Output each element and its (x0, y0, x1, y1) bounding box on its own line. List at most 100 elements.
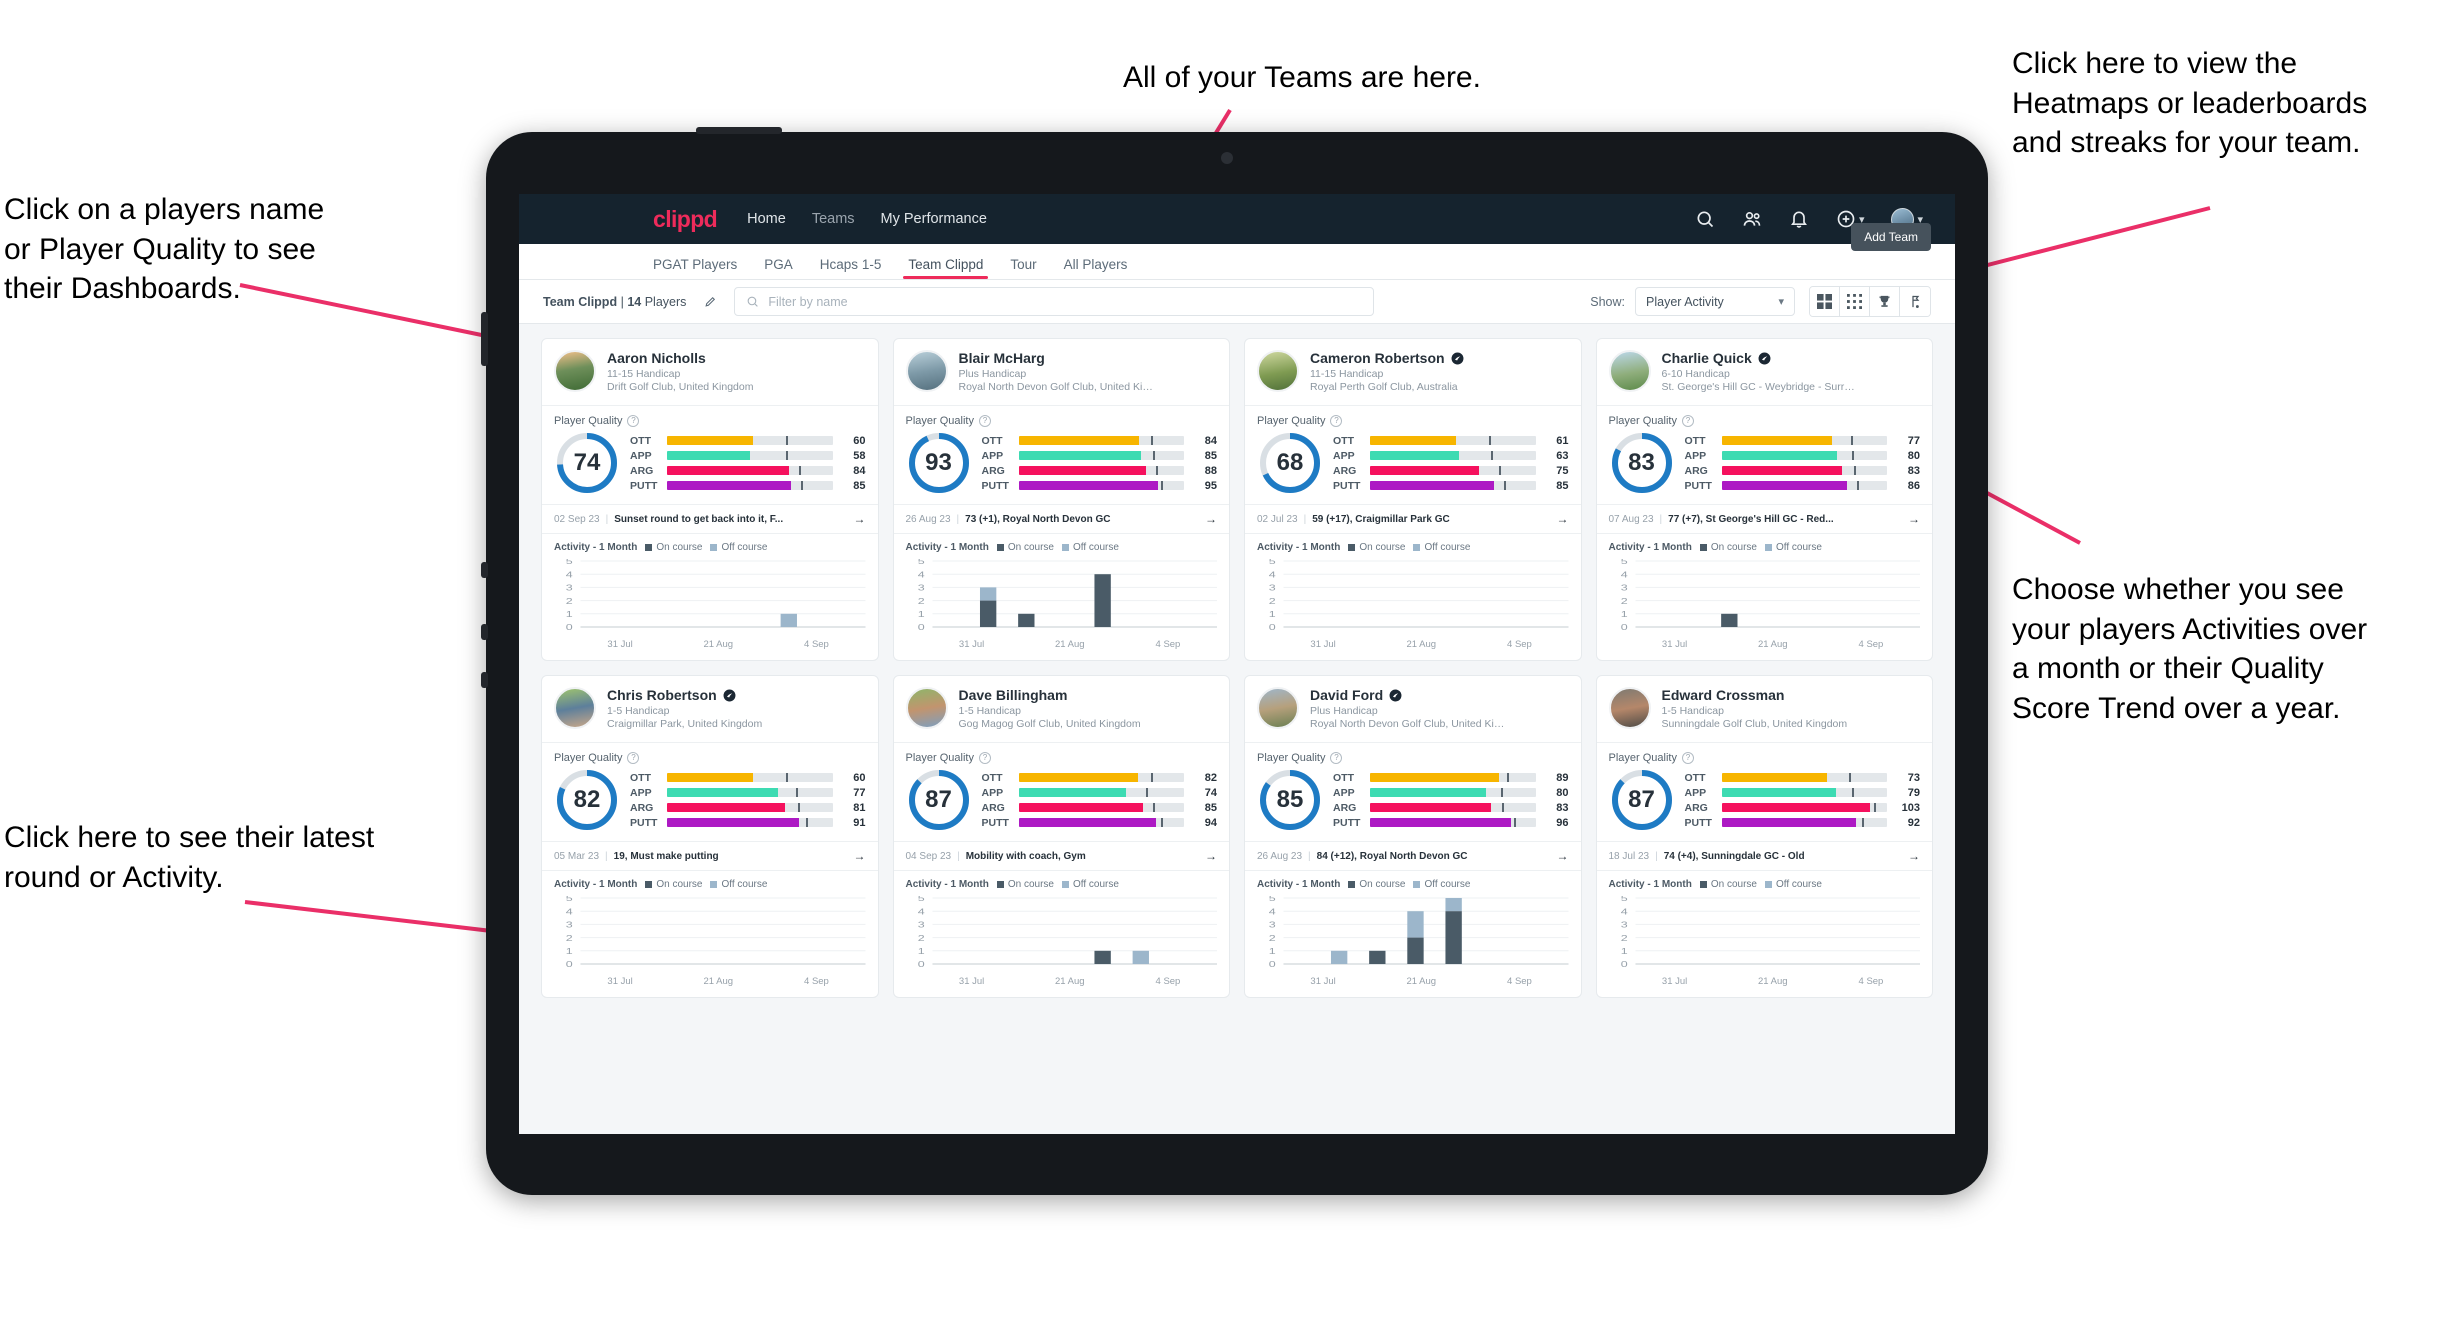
player-name[interactable]: Charlie Quick (1662, 350, 1752, 366)
latest-round-row[interactable]: 04 Sep 23 | Mobility with coach, Gym → (893, 841, 1229, 871)
metric-track (667, 788, 833, 797)
latest-round-row[interactable]: 05 Mar 23 | 19, Must make putting → (542, 841, 878, 871)
help-icon[interactable]: ? (627, 752, 640, 764)
tab-pga[interactable]: PGA (764, 257, 793, 279)
show-dropdown[interactable]: Player Activity ▾ (1635, 287, 1795, 316)
legend-on-course: On course (1348, 542, 1405, 553)
clippd-logo[interactable]: clippd (653, 206, 718, 233)
player-avatar[interactable] (554, 350, 596, 392)
player-avatar[interactable] (1608, 350, 1651, 392)
player-avatar[interactable] (1608, 687, 1651, 729)
player-card[interactable]: Cameron Robertson 11-15 Handicap Royal P… (1244, 338, 1582, 661)
player-header[interactable]: Cameron Robertson 11-15 Handicap Royal P… (1245, 339, 1581, 406)
metric-benchmark-tick (799, 466, 802, 475)
quality-score: 87 (925, 786, 952, 813)
metric-value: 82 (1204, 771, 1217, 784)
quality-ring[interactable]: 68 (1257, 430, 1323, 496)
player-header[interactable]: David Ford Plus Handicap Royal North Dev… (1245, 676, 1581, 743)
player-card[interactable]: Blair McHarg Plus Handicap Royal North D… (892, 338, 1230, 661)
latest-round-row[interactable]: 02 Jul 23 | 59 (+17), Craigmillar Park G… (1245, 504, 1581, 534)
quality-ring[interactable]: 93 (906, 430, 972, 496)
player-card[interactable]: Charlie Quick 6-10 Handicap St. George's… (1595, 338, 1933, 661)
arrow-right-icon[interactable]: → (1201, 849, 1217, 863)
metric-value: 95 (1204, 479, 1217, 492)
player-name[interactable]: David Ford (1310, 687, 1383, 703)
player-name[interactable]: Edward Crossman (1662, 687, 1785, 703)
help-icon[interactable]: ? (978, 415, 991, 427)
grid-small-icon[interactable] (1840, 287, 1870, 316)
flag-icon[interactable] (1900, 287, 1930, 316)
arrow-right-icon[interactable]: → (1904, 849, 1920, 863)
pencil-icon[interactable] (696, 288, 724, 316)
player-header[interactable]: Edward Crossman 1-5 Handicap Sunningdale… (1596, 676, 1932, 743)
quality-ring[interactable]: 85 (1257, 767, 1323, 833)
player-avatar[interactable] (1257, 687, 1299, 729)
add-team-button[interactable]: Add Team (1851, 223, 1931, 251)
player-avatar[interactable] (554, 687, 596, 729)
player-card[interactable]: David Ford Plus Handicap Royal North Dev… (1244, 675, 1582, 998)
player-name[interactable]: Cameron Robertson (1310, 350, 1445, 366)
player-card[interactable]: Edward Crossman 1-5 Handicap Sunningdale… (1595, 675, 1933, 998)
search-input-wrapper[interactable] (734, 287, 1375, 316)
arrow-right-icon[interactable]: → (1201, 512, 1217, 526)
quality-ring[interactable]: 87 (1609, 767, 1675, 833)
help-icon[interactable]: ? (1330, 752, 1343, 764)
nav-teams[interactable]: Teams (812, 211, 855, 227)
player-avatar[interactable] (905, 350, 948, 392)
help-icon[interactable]: ? (1681, 752, 1694, 764)
player-card[interactable]: Dave Billingham 1-5 Handicap Gog Magog G… (892, 675, 1230, 998)
nav-home[interactable]: Home (747, 211, 786, 227)
help-icon[interactable]: ? (1681, 415, 1694, 427)
quality-ring[interactable]: 83 (1609, 430, 1675, 496)
player-header[interactable]: Blair McHarg Plus Handicap Royal North D… (893, 339, 1229, 406)
player-header[interactable]: Charlie Quick 6-10 Handicap St. George's… (1596, 339, 1932, 406)
tab-pgat-players[interactable]: PGAT Players (653, 257, 737, 279)
grid-large-icon[interactable] (1810, 287, 1840, 316)
search-input[interactable] (768, 294, 1363, 309)
latest-round-row[interactable]: 07 Aug 23 | 77 (+7), St George's Hill GC… (1596, 504, 1932, 534)
svg-text:5: 5 (1620, 896, 1627, 903)
metric-value: 60 (853, 771, 866, 784)
people-icon[interactable] (1742, 209, 1762, 229)
player-card[interactable]: Chris Robertson 1-5 Handicap Craigmillar… (541, 675, 879, 998)
quality-ring[interactable]: 74 (554, 430, 620, 496)
nav-my-performance[interactable]: My Performance (881, 211, 987, 227)
player-name[interactable]: Dave Billingham (959, 687, 1068, 703)
latest-round-row[interactable]: 26 Aug 23 | 73 (+1), Royal North Devon G… (893, 504, 1229, 534)
player-header[interactable]: Aaron Nicholls 11-15 Handicap Drift Golf… (542, 339, 878, 406)
quality-ring[interactable]: 82 (554, 767, 620, 833)
metric-row: PUTT 86 (1685, 480, 1921, 492)
latest-round-row[interactable]: 26 Aug 23 | 84 (+12), Royal North Devon … (1245, 841, 1581, 871)
help-icon[interactable]: ? (1330, 415, 1343, 427)
tab-team-clippd[interactable]: Team Clippd (903, 257, 989, 279)
quality-ring[interactable]: 87 (906, 767, 972, 833)
player-name[interactable]: Blair McHarg (959, 350, 1045, 366)
latest-round-row[interactable]: 18 Jul 23 | 74 (+4), Sunningdale GC - Ol… (1596, 841, 1932, 871)
latest-round-row[interactable]: 02 Sep 23 | Sunset round to get back int… (542, 504, 878, 534)
player-header[interactable]: Dave Billingham 1-5 Handicap Gog Magog G… (893, 676, 1229, 743)
player-header[interactable]: Chris Robertson 1-5 Handicap Craigmillar… (542, 676, 878, 743)
tab-tour[interactable]: Tour (1010, 257, 1036, 279)
metric-benchmark-tick (1490, 451, 1493, 460)
activity-x-labels: 31 Jul 21 Aug 4 Sep (1609, 976, 1921, 987)
arrow-right-icon[interactable]: → (850, 512, 866, 526)
arrow-right-icon[interactable]: → (1553, 849, 1569, 863)
activity-section: Activity - 1 Month On course Off course … (542, 871, 878, 997)
trophy-icon[interactable] (1870, 287, 1900, 316)
arrow-right-icon[interactable]: → (1553, 512, 1569, 526)
metric-value: 80 (1556, 786, 1569, 799)
help-icon[interactable]: ? (627, 415, 640, 427)
player-name[interactable]: Chris Robertson (607, 687, 717, 703)
player-avatar[interactable] (1257, 350, 1299, 392)
player-avatar[interactable] (905, 687, 948, 729)
tab-hcaps-1-5[interactable]: Hcaps 1-5 (820, 257, 882, 279)
tab-all-players[interactable]: All Players (1064, 257, 1128, 279)
bell-icon[interactable] (1789, 209, 1809, 229)
player-card[interactable]: Aaron Nicholls 11-15 Handicap Drift Golf… (541, 338, 879, 661)
player-name[interactable]: Aaron Nicholls (607, 350, 706, 366)
help-icon[interactable]: ? (978, 752, 991, 764)
arrow-right-icon[interactable]: → (1904, 512, 1920, 526)
search-icon[interactable] (1695, 209, 1715, 229)
metric-label: OTT (630, 434, 651, 447)
arrow-right-icon[interactable]: → (850, 849, 866, 863)
